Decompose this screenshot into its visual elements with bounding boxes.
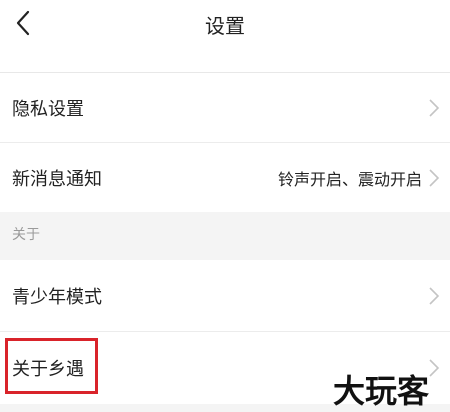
chevron-right-icon [429,286,440,305]
page-title: 设置 [205,14,245,38]
privacy-settings-row[interactable]: 隐私设置 [0,73,450,142]
watermark-text: 大玩客 [333,372,429,408]
section-header-about: 关于 [0,212,450,260]
row-label: 隐私设置 [12,98,84,120]
notification-status: 铃声开启、震动开启 [277,169,422,189]
settings-screen: 设置 隐私设置 新消息通知 铃声开启、震动开启 关于 青少年模式 关于乡遇 大玩… [0,0,450,412]
chevron-right-icon [429,98,440,117]
header-spacer [0,48,450,72]
row-label: 新消息通知 [12,168,102,190]
new-message-notification-row[interactable]: 新消息通知 铃声开启、震动开启 [0,143,450,212]
navigation-bar: 设置 [0,0,450,48]
teen-mode-row[interactable]: 青少年模式 [0,260,450,331]
row-label: 关于乡遇 [12,359,84,380]
chevron-right-icon [429,168,440,187]
watermark-logo: 大玩客 [333,372,429,408]
section-label: 关于 [12,227,40,243]
row-label: 青少年模式 [12,286,102,308]
